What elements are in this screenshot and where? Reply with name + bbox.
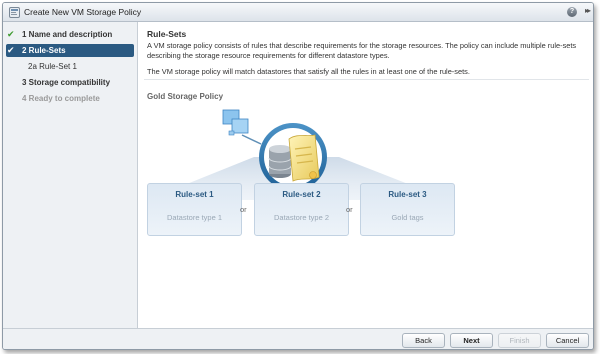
ruleset-subtitle: Gold tags [391,213,424,222]
description-match: The VM storage policy will match datasto… [147,67,470,76]
back-button[interactable]: Back [402,333,445,348]
window-title: Create New VM Storage Policy [24,7,142,17]
title-bar: Create New VM Storage Policy ? ▸▸ [3,3,593,22]
ruleset-card-1[interactable]: Rule-set 1 Datastore type 1 [147,183,242,236]
divider [144,79,589,80]
ruleset-subtitle: Datastore type 2 [273,213,330,222]
ruleset-card-2[interactable]: Rule-set 2 Datastore type 2 [254,183,349,236]
ruleset-title: Rule-set 3 [388,190,427,199]
finish-button: Finish [498,333,541,348]
scroll-icon [288,134,320,182]
help-icon[interactable]: ? [567,7,577,17]
main-content: Rule-Sets A VM storage policy consists o… [139,22,593,328]
step-label: 2 Rule-Sets [22,46,66,55]
vm-icon [222,109,249,136]
next-button[interactable]: Next [450,333,493,348]
step-name-description[interactable]: ✔ 1 Name and description [6,28,134,41]
step-label: 3 Storage compatibility [22,78,111,87]
wizard-steps: ✔ 1 Name and description ✔ 2 Rule-Sets 2… [3,22,138,328]
wizard-icon [9,7,20,18]
connector-line [241,134,262,145]
step-rule-set-1[interactable]: 2a Rule-Set 1 [6,60,134,73]
datastore-icon [268,145,292,178]
ruleset-card-3[interactable]: Rule-set 3 Gold tags [360,183,455,236]
ruleset-title: Rule-set 2 [282,190,321,199]
or-label: or [240,205,247,214]
wizard-dialog: Create New VM Storage Policy ? ▸▸ ✔ 1 Na… [2,2,594,350]
step-ready-to-complete: 4 Ready to complete [6,92,134,105]
page-title: Rule-Sets [147,29,187,39]
expand-icon[interactable]: ▸▸ [585,6,591,15]
step-label: 2a Rule-Set 1 [28,62,77,71]
ruleset-title: Rule-set 1 [175,190,214,199]
description: A VM storage policy consists of rules th… [147,41,577,60]
or-label: or [346,205,353,214]
check-icon: ✔ [7,45,15,55]
step-label: 1 Name and description [22,30,113,39]
step-label: 4 Ready to complete [22,94,100,103]
step-storage-compatibility[interactable]: 3 Storage compatibility [6,76,134,89]
cancel-button[interactable]: Cancel [546,333,589,348]
check-icon: ✔ [7,29,15,39]
ruleset-subtitle: Datastore type 1 [166,213,223,222]
button-bar: Back Next Finish Cancel [3,328,593,349]
step-rule-sets[interactable]: ✔ 2 Rule-Sets [6,44,134,57]
